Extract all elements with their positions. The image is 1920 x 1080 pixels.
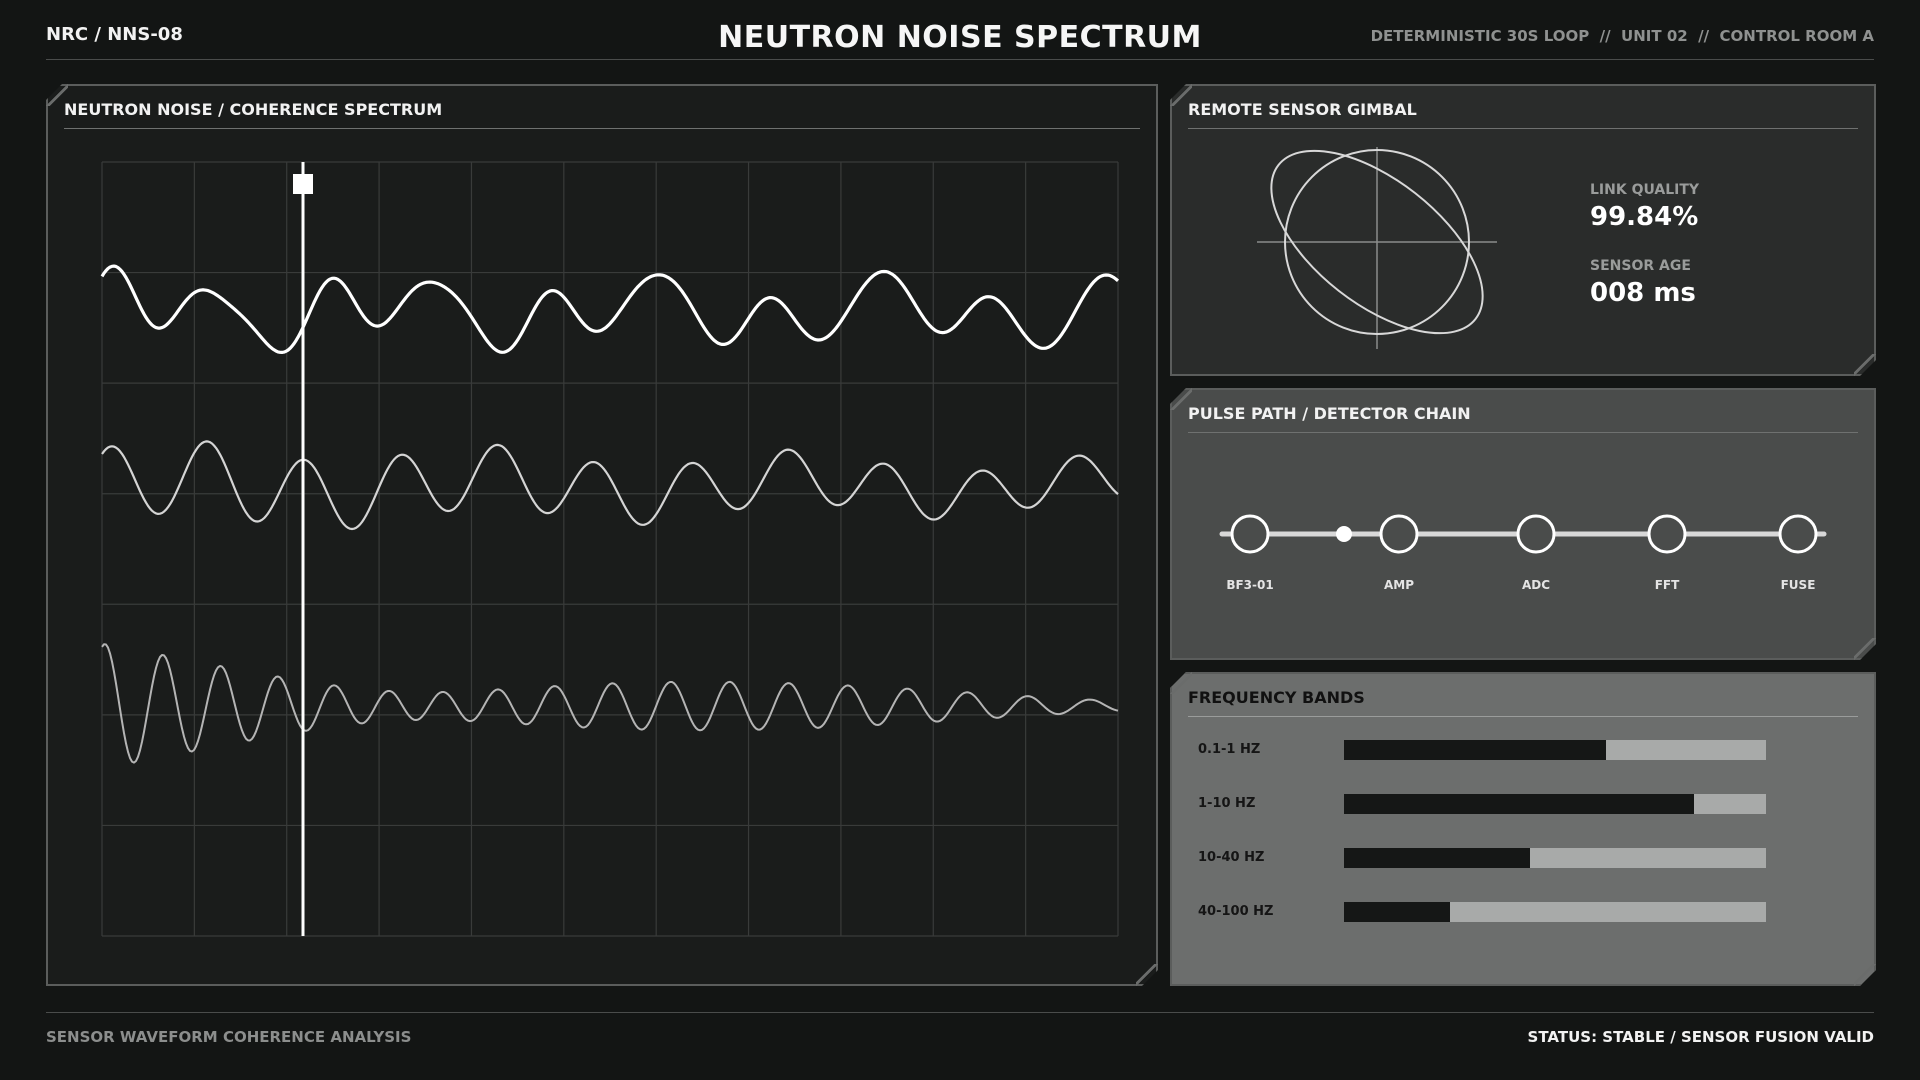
gimbal-icon — [1252, 144, 1502, 354]
header-divider — [46, 59, 1874, 60]
node-label-fuse: FUSE — [1780, 578, 1816, 592]
panel-corner — [1854, 964, 1876, 986]
header-context: DETERMINISTIC 30S LOOP // UNIT 02 // CON… — [1370, 27, 1874, 45]
band-label-1: 1-10 HZ — [1198, 796, 1256, 811]
panel-divider — [1188, 716, 1858, 717]
band-fill — [1344, 794, 1694, 814]
node-adc[interactable] — [1518, 516, 1554, 552]
node-label-fft: FFT — [1654, 578, 1680, 592]
waveform-trace-1 — [102, 266, 1118, 352]
spectrum-panel: NEUTRON NOISE / COHERENCE SPECTRUM — [46, 84, 1158, 986]
bands-panel: FREQUENCY BANDS 0.1-1 HZ 1-10 HZ 10-40 H… — [1170, 672, 1876, 986]
detector-chain — [1172, 390, 1874, 658]
band-fill — [1344, 848, 1530, 868]
node-fft[interactable] — [1649, 516, 1685, 552]
footer-divider — [46, 1012, 1874, 1013]
pulse-marker — [1336, 526, 1352, 542]
link-quality-label: LINK QUALITY — [1590, 182, 1700, 198]
band-label-2: 10-40 HZ — [1198, 850, 1265, 865]
bands-panel-title: FREQUENCY BANDS — [1188, 688, 1365, 707]
gimbal-panel-title: REMOTE SENSOR GIMBAL — [1188, 100, 1417, 119]
band-bar-3 — [1344, 902, 1766, 922]
node-label-adc: ADC — [1521, 578, 1551, 592]
band-bar-0 — [1344, 740, 1766, 760]
panel-corner — [1854, 354, 1876, 376]
waveform-trace-3 — [102, 644, 1118, 762]
band-fill — [1344, 902, 1450, 922]
node-bf3-01[interactable] — [1232, 516, 1268, 552]
plot-grid — [102, 162, 1118, 936]
waveform-trace-2 — [102, 441, 1118, 529]
footer-caption: SENSOR WAVEFORM COHERENCE ANALYSIS — [46, 1028, 412, 1046]
band-fill — [1344, 740, 1606, 760]
node-amp[interactable] — [1381, 516, 1417, 552]
band-label-3: 40-100 HZ — [1198, 904, 1274, 919]
sensor-age-label: SENSOR AGE — [1590, 258, 1691, 274]
gimbal-panel: REMOTE SENSOR GIMBAL LINK QUALITY 99.84%… — [1170, 84, 1876, 376]
link-quality-value: 99.84% — [1590, 202, 1699, 232]
band-bar-2 — [1344, 848, 1766, 868]
band-bar-1 — [1344, 794, 1766, 814]
spectrum-plot[interactable] — [48, 86, 1156, 984]
cursor-handle[interactable] — [293, 174, 313, 194]
node-label-amp: AMP — [1383, 578, 1415, 592]
panel-divider — [1188, 128, 1858, 129]
status-text: STATUS: STABLE / SENSOR FUSION VALID — [1527, 1028, 1874, 1046]
band-label-0: 0.1-1 HZ — [1198, 742, 1261, 757]
node-fuse[interactable] — [1780, 516, 1816, 552]
sensor-age-value: 008 ms — [1590, 278, 1696, 308]
pulse-panel: PULSE PATH / DETECTOR CHAIN BF3-01 AMP A… — [1170, 388, 1876, 660]
node-label-bf3-01: BF3-01 — [1226, 578, 1274, 592]
